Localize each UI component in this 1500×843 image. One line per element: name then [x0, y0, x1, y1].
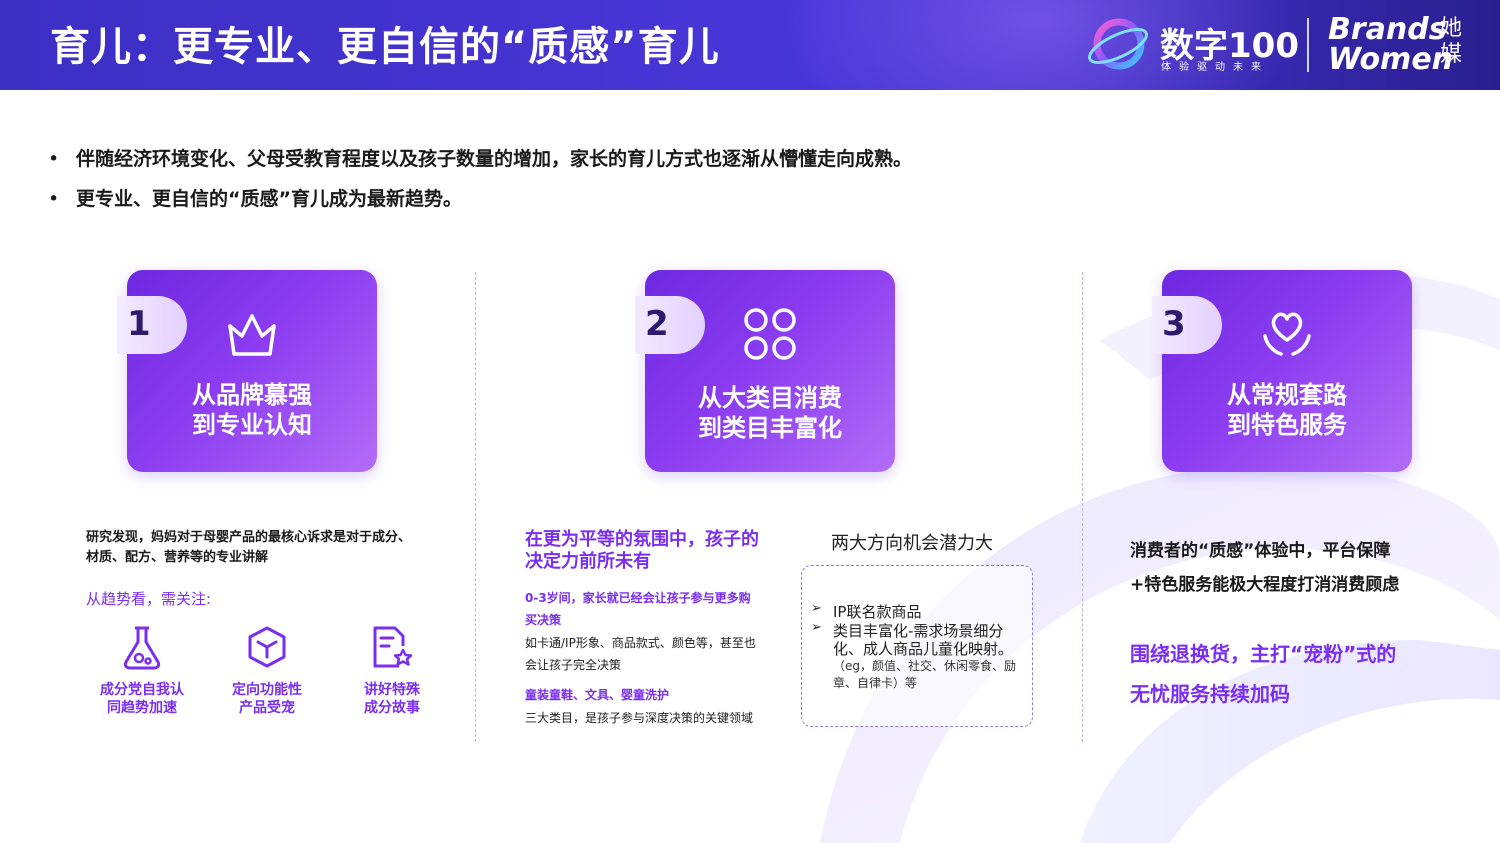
card-number: 2: [645, 304, 669, 344]
col3-text-line1: 消费者的“质感”体验中，平台保障: [1130, 541, 1391, 561]
card-title-line1: 从常规套路: [1227, 381, 1347, 409]
globe-logo-icon: [1088, 18, 1148, 70]
column-divider: [1082, 272, 1083, 742]
flask-icon: [123, 626, 161, 670]
col2-right-title: 两大方向机会潜力大: [831, 533, 993, 554]
box-note-line2: 章、自律卡）等: [833, 676, 918, 690]
feature-label-line1: 成分党自我认: [100, 682, 184, 698]
logo-women-text: Women: [1328, 42, 1454, 77]
column-divider: [475, 272, 476, 742]
card-number-badge: 1: [117, 296, 187, 354]
logo-divider: [1307, 18, 1309, 72]
card-title-line2: 到特色服务: [1227, 411, 1347, 439]
col2-sub1-line2: 买决策: [525, 613, 562, 627]
feature-label-line1: 定向功能性: [232, 682, 302, 698]
bullet-item: • 更专业、更自信的“质感”育儿成为最新趋势。: [48, 183, 912, 223]
trend-card-1: 1 从品牌慕强 到专业认知: [117, 270, 377, 472]
bullet-text: 伴随经济环境变化、父母受教育程度以及孩子数量的增加，家长的育儿方式也逐渐从懵懂走…: [76, 148, 913, 170]
feature-label-line2: 产品受宠: [239, 700, 295, 716]
logo: 数字100 体验驱动未来 Brands Women 她媒: [1085, 12, 1495, 80]
col3-text-line2: +特色服务能极大程度打消消费顾虑: [1130, 575, 1400, 595]
logo-tagline: 体验驱动未来: [1161, 62, 1269, 73]
col1-intro-line1: 研究发现，妈妈对于母婴产品的最核心诉求是对于成分、: [86, 530, 412, 545]
card-number-badge: 2: [635, 296, 705, 354]
col2-sub2: 童装童鞋、文具、婴童洗护: [525, 688, 670, 702]
col1-trend-label: 从趋势看，需关注:: [86, 590, 212, 608]
arrow-bullet-icon: ➢: [811, 620, 822, 635]
heart-hands-icon: [1263, 312, 1311, 356]
col3-highlight-line2: 无忧服务持续加码: [1130, 682, 1290, 706]
feature-label-line2: 成分故事: [364, 700, 420, 716]
trend-card-3: 3 从常规套路 到特色服务: [1152, 270, 1412, 472]
page-title: 育儿：更专业、更自信的“质感”育儿: [50, 24, 720, 70]
summary-bullets: • 伴随经济环境变化、父母受教育程度以及孩子数量的增加，家长的育儿方式也逐渐从懵懂…: [48, 143, 912, 223]
col2-desc2: 三大类目，是孩子参与深度决策的关键领域: [525, 711, 754, 725]
cube-icon: [248, 626, 286, 668]
feature-label-line2: 同趋势加速: [107, 700, 177, 716]
bullet-text: 更专业、更自信的“质感”育儿成为最新趋势。: [76, 188, 462, 210]
card-title-line2: 到类目丰富化: [698, 414, 842, 442]
document-star-icon: [373, 626, 413, 668]
header-bar: 育儿：更专业、更自信的“质感”育儿 数字100 体验驱动未来 Brands Wo…: [0, 0, 1500, 90]
col3-highlight-line1: 围绕退换货，主打“宠粉”式的: [1130, 642, 1397, 666]
grid-icon: [744, 308, 796, 360]
col2-headline-line2: 决定力前所未有: [525, 551, 651, 572]
card-number: 3: [1162, 304, 1186, 344]
trend-card-2: 2 从大类目消费 到类目丰富化: [635, 270, 895, 472]
crown-icon: [228, 314, 276, 356]
arrow-bullet-icon: ➢: [811, 601, 822, 616]
bullet-item: • 伴随经济环境变化、父母受教育程度以及孩子数量的增加，家长的育儿方式也逐渐从懵懂…: [48, 143, 912, 183]
box-item-1: IP联名款商品: [833, 603, 922, 621]
col2-desc1-line1: 如卡通/IP形象、商品款式、颜色等，甚至也: [525, 636, 756, 650]
box-item-2-line2: 化、成人商品儿童化映射。: [833, 640, 1014, 658]
col1-intro-line2: 材质、配方、营养等的专业讲解: [86, 550, 269, 565]
box-note-line1: （eg，颜值、社交、休闲零食、励: [833, 659, 1017, 673]
card-title-line1: 从品牌慕强: [192, 381, 312, 409]
col2-desc1-line2: 会让孩子完全决策: [525, 658, 622, 672]
logo-chinese-text: 她媒: [1440, 16, 1463, 67]
bullet-marker: •: [48, 188, 60, 210]
card-number: 1: [127, 304, 151, 344]
card-title-line2: 到专业认知: [192, 411, 312, 439]
card-number-badge: 3: [1152, 296, 1222, 354]
bullet-marker: •: [48, 148, 60, 170]
feature-label-line1: 讲好特殊: [364, 682, 420, 698]
card-title-line1: 从大类目消费: [698, 384, 842, 412]
col2-sub1-line1: 0-3岁间，家长就已经会让孩子参与更多购: [525, 591, 751, 605]
